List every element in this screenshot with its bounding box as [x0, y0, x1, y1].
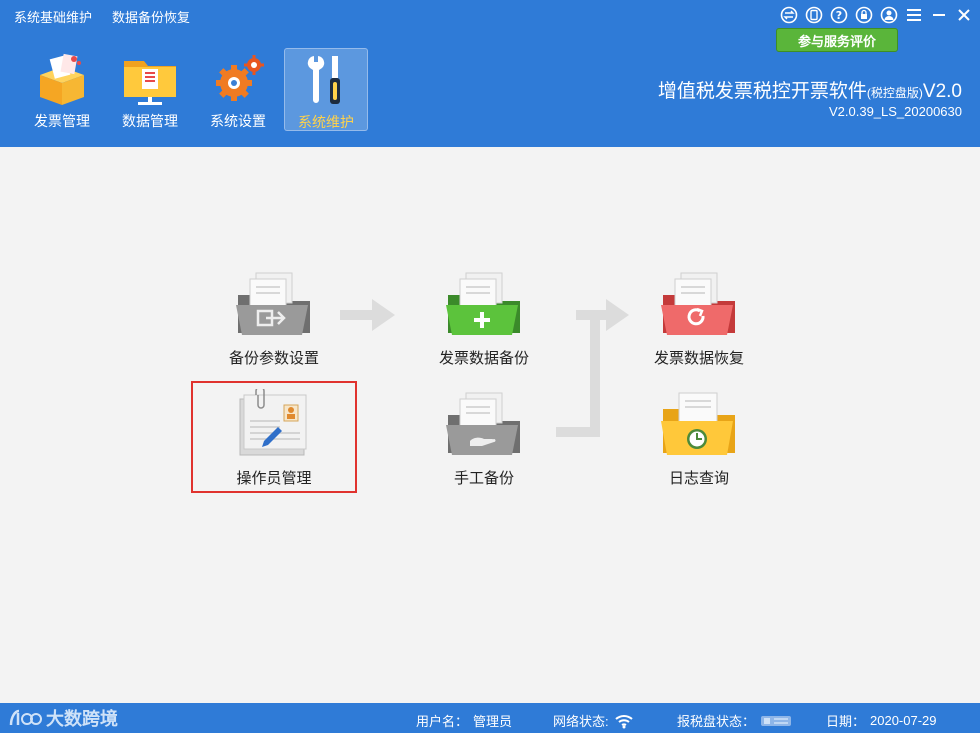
invoice-backup-item[interactable]: 发票数据备份 [409, 269, 559, 368]
user-icon[interactable] [879, 5, 899, 25]
backup-settings-icon [236, 272, 310, 335]
app-edition: (税控盘版) [866, 86, 923, 100]
nav-invoice-management[interactable]: 发票管理 [20, 48, 104, 131]
date-label: 日期： [826, 714, 866, 729]
help-icon[interactable]: ? [829, 5, 849, 25]
invoice-restore-label: 发票数据恢复 [653, 350, 744, 367]
tax-disk-icon [761, 715, 792, 726]
network-label: 网络状态: [553, 714, 609, 729]
brand-logo-text: 大数跨境 [46, 709, 118, 729]
invoice-box-icon [32, 51, 92, 107]
menu-system-basic-maintenance[interactable]: 系统基础维护 [14, 7, 92, 26]
close-icon[interactable] [954, 5, 974, 25]
app-version-suffix: V2.0 [922, 81, 962, 102]
app-title: 增值税发票税控开票软件(税控盘版)V2.0 [658, 76, 962, 103]
log-query-item[interactable]: 日志查询 [624, 389, 774, 488]
swap-icon[interactable] [779, 5, 799, 25]
brand-logo-icon [9, 709, 42, 726]
maintenance-panel: 备份参数设置 发票数据备份 发票数据恢复 操作员管理 手工备份 日志查询 [0, 147, 980, 703]
tax-disk-label: 报税盘状态： [677, 714, 756, 729]
svg-text:?: ? [836, 9, 842, 22]
invoice-backup-label: 发票数据备份 [438, 350, 529, 367]
window-controls: ? [779, 5, 974, 25]
username-value: 管理员 [473, 714, 513, 729]
operator-management-label: 操作员管理 [236, 470, 312, 487]
gear-icon [208, 51, 268, 107]
manual-backup-label: 手工备份 [453, 470, 514, 487]
lock-icon[interactable] [854, 5, 874, 25]
header: 系统基础维护 数据备份恢复 ? 参与服务评价 发票管理 数据管理 系统设置 系统… [0, 0, 980, 147]
status-username: 用户名： 管理员 [416, 711, 512, 730]
operator-card-icon [239, 389, 307, 456]
app-title-text: 增值税发票税控开票软件 [657, 81, 867, 102]
log-query-label: 日志查询 [668, 470, 729, 487]
menu-icon[interactable] [904, 5, 924, 25]
invoice-restore-item[interactable]: 发票数据恢复 [624, 269, 774, 368]
log-clock-icon [661, 392, 735, 455]
tools-icon [296, 52, 356, 108]
main-nav: 发票管理 数据管理 系统设置 系统维护 [20, 48, 368, 131]
backup-add-icon [446, 272, 520, 335]
nav-label: 数据管理 [122, 113, 178, 129]
nav-data-management[interactable]: 数据管理 [108, 48, 192, 131]
nav-label: 系统维护 [298, 114, 354, 130]
manual-backup-item[interactable]: 手工备份 [409, 389, 559, 488]
minimize-icon[interactable] [929, 5, 949, 25]
phone-icon[interactable] [804, 5, 824, 25]
status-date: 日期： 2020-07-29 [826, 711, 937, 730]
brand-logo: 大数跨境 [8, 705, 118, 731]
top-menu: 系统基础维护 数据备份恢复 [14, 7, 190, 26]
nav-system-maintenance[interactable]: 系统维护 [284, 48, 368, 131]
operator-management-item[interactable]: 操作员管理 [199, 389, 349, 488]
date-value: 2020-07-29 [870, 713, 937, 728]
backup-params-item[interactable]: 备份参数设置 [199, 269, 349, 368]
menu-data-backup-restore[interactable]: 数据备份恢复 [112, 7, 190, 26]
nav-label: 发票管理 [34, 113, 90, 129]
status-tax-disk: 报税盘状态： [677, 711, 792, 730]
wifi-icon [614, 714, 633, 728]
nav-label: 系统设置 [210, 113, 266, 129]
data-folder-icon [120, 51, 180, 107]
username-label: 用户名： [416, 714, 469, 729]
manual-backup-icon [446, 392, 520, 455]
status-bar: 大数跨境 用户名： 管理员 网络状态: 报税盘状态： 日期： 2020-07-2… [0, 703, 980, 733]
nav-system-settings[interactable]: 系统设置 [196, 48, 280, 131]
backup-params-label: 备份参数设置 [228, 350, 319, 367]
service-evaluation-button[interactable]: 参与服务评价 [776, 28, 898, 52]
app-version: V2.0.39_LS_20200630 [828, 104, 962, 119]
restore-icon [661, 272, 735, 335]
status-network: 网络状态: [553, 711, 634, 730]
